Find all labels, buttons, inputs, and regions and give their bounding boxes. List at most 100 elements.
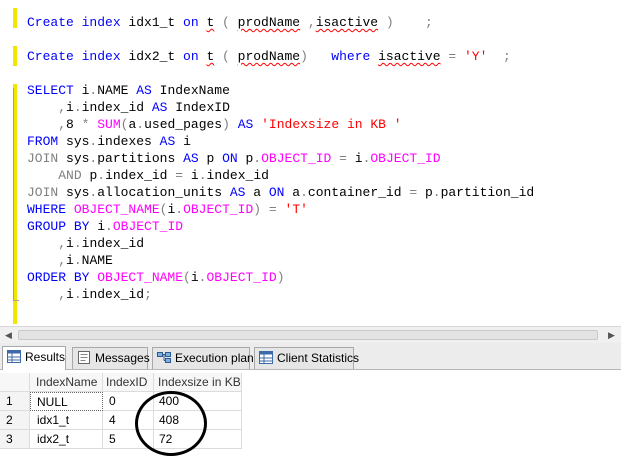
code-token: Create: [27, 15, 82, 30]
code-token: sys: [66, 151, 90, 166]
code-token: partitions: [97, 151, 184, 166]
code-token: Create: [27, 49, 82, 64]
code-token: on: [183, 15, 207, 30]
horizontal-scrollbar[interactable]: ◀ ▶: [0, 326, 621, 343]
scroll-left-icon[interactable]: ◀: [1, 328, 16, 343]
code-token: ,: [58, 100, 67, 115]
code-token: BY: [73, 270, 98, 285]
column-header-indexsize[interactable]: Indexsize in KB: [154, 373, 242, 392]
code-token: i: [183, 168, 199, 183]
code-token: =: [175, 168, 184, 183]
code-line[interactable]: Create index idx1_t on t ( prodName ,isa…: [27, 14, 433, 31]
code-token: a: [292, 185, 301, 200]
code-token: .: [432, 185, 441, 200]
code-line[interactable]: GROUP BY i.OBJECT_ID: [27, 218, 183, 235]
code-token: .: [300, 185, 308, 200]
code-token: ): [276, 270, 285, 285]
code-line[interactable]: ,i.index_id;: [27, 286, 152, 303]
grid-corner[interactable]: [0, 373, 30, 392]
code-token: p: [417, 185, 433, 200]
code-token: AS: [136, 83, 160, 98]
code-token: 'T': [284, 202, 308, 217]
code-token: ): [253, 202, 262, 217]
code-token: =: [268, 202, 277, 217]
grid-cell[interactable]: idx1_t: [30, 411, 103, 430]
code-token: ,: [58, 287, 67, 302]
scroll-thumb[interactable]: [18, 330, 598, 340]
tab-messages[interactable]: Messages: [72, 347, 150, 369]
code-token: .: [136, 117, 145, 132]
code-token: 'Y': [463, 49, 488, 64]
code-token: container_id: [307, 185, 410, 200]
code-token: p: [206, 151, 223, 166]
code-line[interactable]: ,i.index_id: [27, 235, 144, 252]
editor-margin: [0, 0, 13, 326]
row-number[interactable]: 3: [0, 430, 30, 449]
tab-results[interactable]: Results: [2, 346, 66, 370]
code-line[interactable]: SELECT i.NAME AS IndexName: [27, 82, 230, 99]
results-grid-icon: [7, 349, 21, 363]
execution-plan-icon: [157, 350, 171, 363]
code-token: WHERE: [27, 202, 74, 217]
code-token: .: [198, 168, 207, 183]
code-token: i: [183, 134, 191, 149]
code-line[interactable]: WHERE OBJECT_NAME(i.OBJECT_ID) = 'T': [27, 201, 308, 218]
tab-label: Execution plan: [175, 351, 254, 365]
code-line[interactable]: ,i.index_id AS IndexID: [27, 99, 230, 116]
code-token: prodName: [237, 49, 301, 64]
scroll-right-icon[interactable]: ▶: [604, 328, 619, 343]
code-token: indexes: [97, 134, 160, 149]
code-token: JOIN: [27, 185, 67, 200]
column-header-indexname[interactable]: IndexName: [30, 373, 103, 392]
grid-cell[interactable]: NULL: [30, 392, 103, 411]
code-token: OBJECT_ID: [261, 151, 332, 166]
code-token: IndexID: [175, 100, 230, 115]
code-line[interactable]: ,8 * SUM(a.used_pages) AS 'Indexsize in …: [27, 116, 401, 133]
code-token: (: [214, 49, 238, 64]
code-token: (: [183, 270, 191, 285]
code-token: idx1_t: [128, 15, 184, 30]
code-token: =: [339, 151, 347, 166]
code-token: sys: [66, 134, 90, 149]
code-line[interactable]: FROM sys.indexes AS i: [27, 133, 191, 150]
code-line[interactable]: ORDER BY OBJECT_NAME(i.OBJECT_ID): [27, 269, 285, 286]
grid-cell[interactable]: idx2_t: [30, 430, 103, 449]
code-line[interactable]: JOIN sys.partitions AS p ON p.OBJECT_ID …: [27, 150, 441, 167]
row-number[interactable]: 1: [0, 392, 30, 411]
code-token: JOIN: [27, 151, 67, 166]
code-token: .: [97, 168, 106, 183]
code-token: .: [73, 287, 82, 302]
tab-client-statistics[interactable]: Client Statistics: [254, 347, 359, 369]
code-token: AS: [237, 117, 262, 132]
code-token: ,: [307, 15, 316, 30]
code-token: .: [105, 219, 113, 234]
code-token: index: [81, 49, 129, 64]
column-header-indexid[interactable]: IndexID: [103, 373, 154, 392]
tab-execution-plan[interactable]: Execution plan: [152, 347, 254, 369]
code-token: i: [66, 287, 74, 302]
query-editor[interactable]: Create index idx1_t on t ( prodName ,isa…: [0, 0, 621, 326]
messages-icon: [77, 350, 91, 364]
code-token: allocation_units: [97, 185, 230, 200]
code-line[interactable]: Create index idx2_t on t ( prodName) whe…: [27, 48, 511, 65]
code-line[interactable]: ,i.NAME: [27, 252, 113, 269]
code-token: index_id: [81, 236, 145, 251]
code-token: AS: [159, 134, 184, 149]
code-token: prodName: [237, 15, 301, 30]
code-token: AS: [229, 185, 254, 200]
code-line[interactable]: AND p.index_id = i.index_id: [27, 167, 269, 184]
code-line[interactable]: JOIN sys.allocation_units AS a ON a.cont…: [27, 184, 534, 201]
change-marker: [13, 8, 17, 28]
row-number[interactable]: 2: [0, 411, 30, 430]
results-grid[interactable]: IndexName IndexID Indexsize in KB 1 NULL…: [0, 370, 621, 458]
code-token: ,: [58, 117, 67, 132]
code-token: index_id: [81, 100, 152, 115]
code-token: =: [448, 49, 457, 64]
